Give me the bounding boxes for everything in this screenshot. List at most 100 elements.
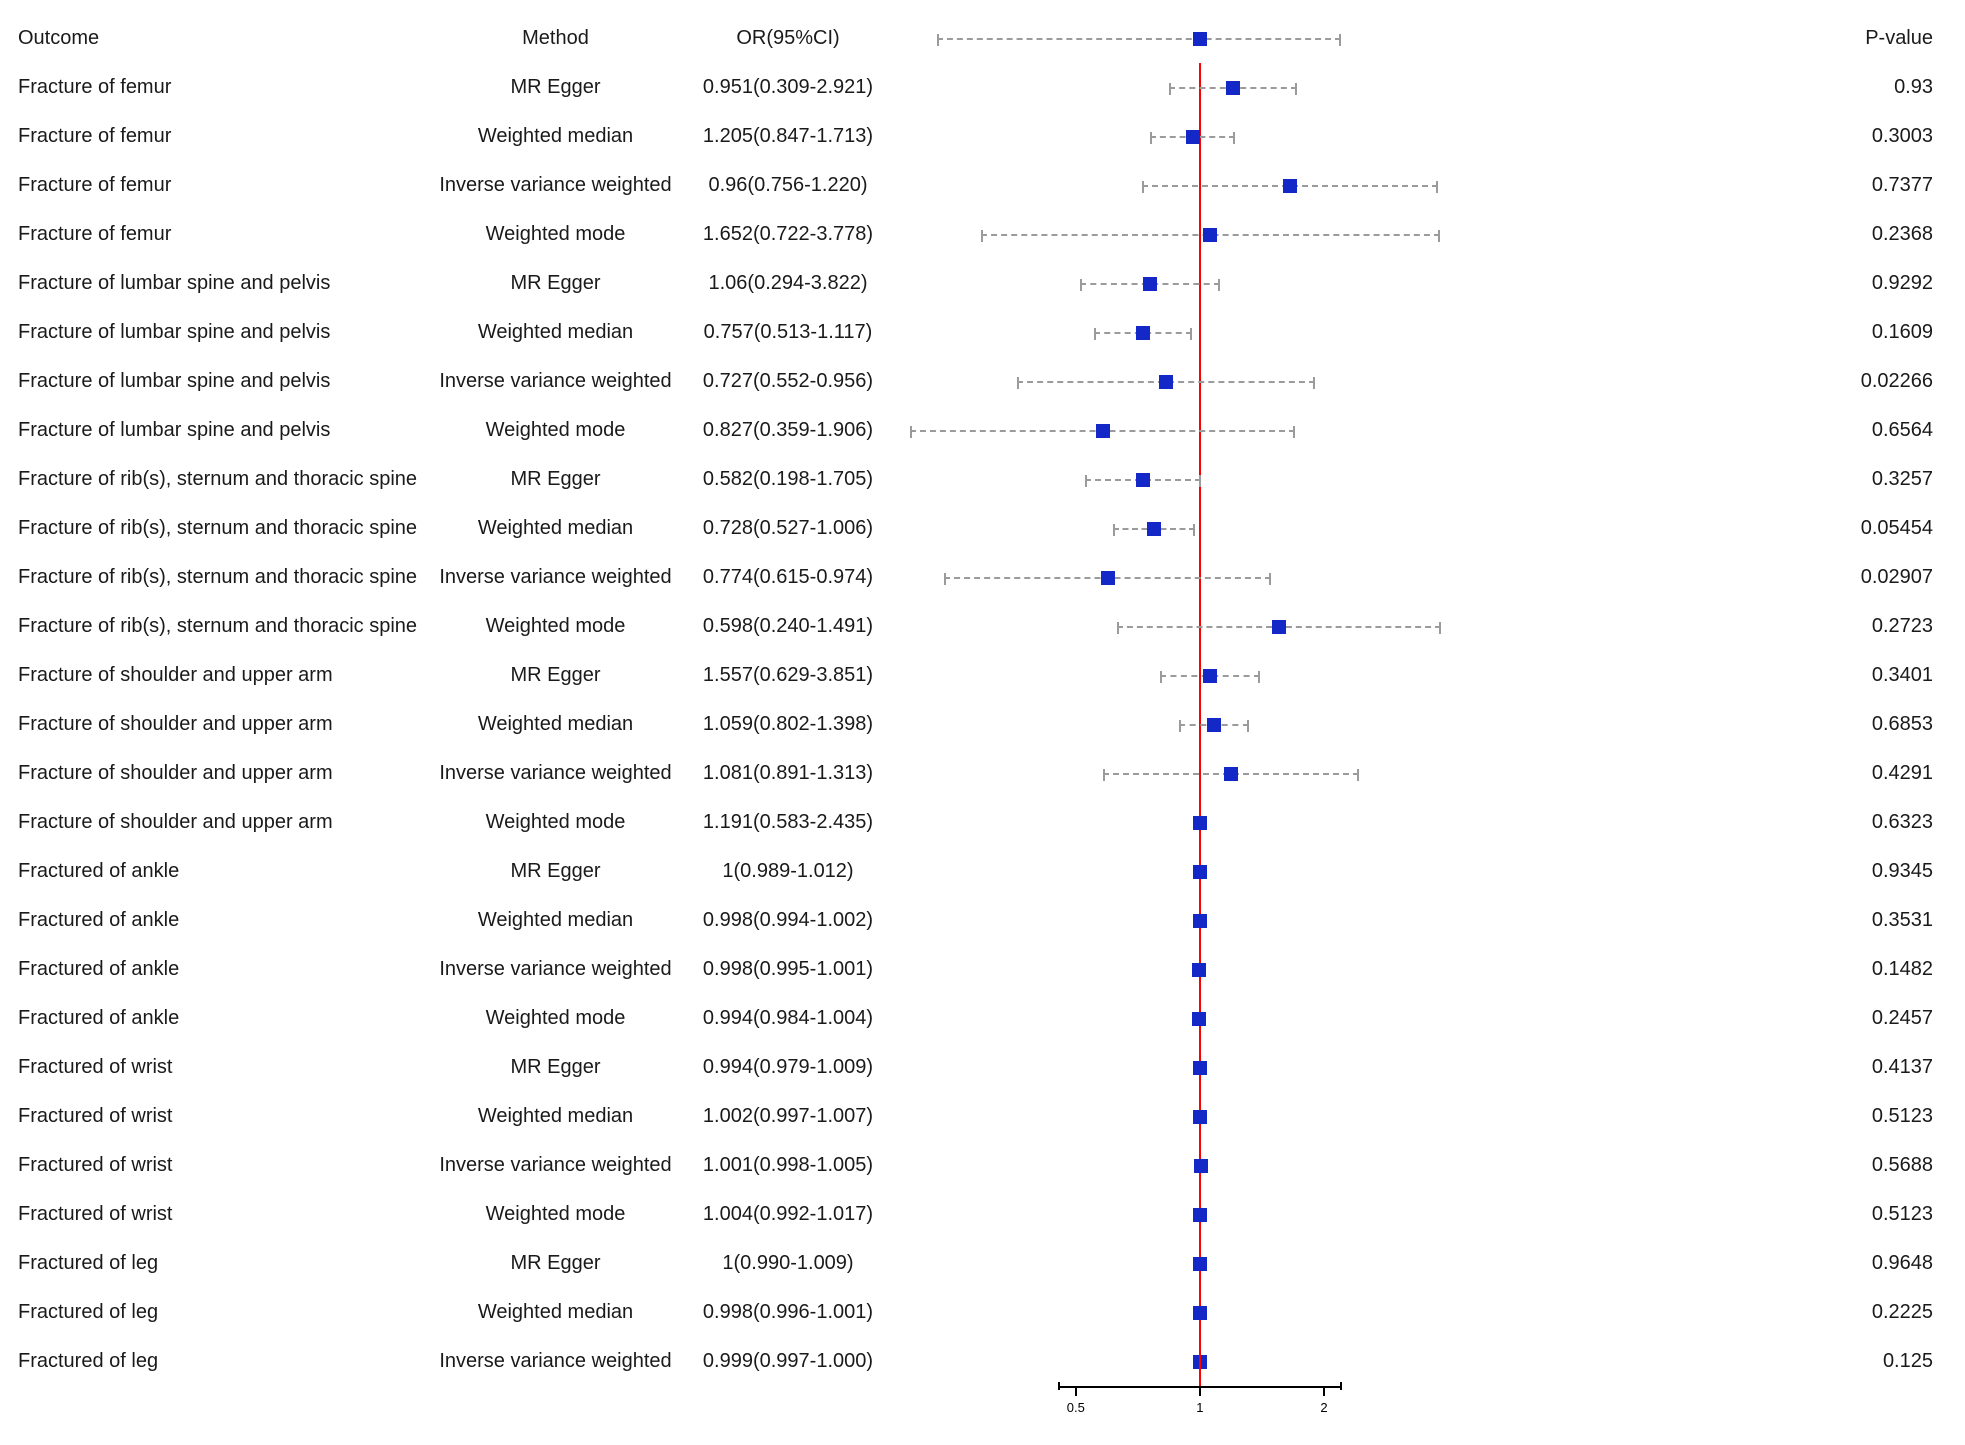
outcome-cell: Fracture of rib(s), sternum and thoracic… [18,566,428,589]
forest-plot-cell [893,210,1448,259]
pvalue-cell: 0.125 [1448,1350,1943,1373]
forest-plot-cell [893,1043,1448,1092]
outcome-cell: Outcome [18,27,428,50]
data-row: Fracture of rib(s), sternum and thoracic… [18,602,1943,651]
forest-plot-cell [893,994,1448,1043]
or-ci-cell: 0.998(0.994-1.002) [683,909,893,932]
point-estimate [1193,1110,1207,1124]
pvalue-cell: 0.2225 [1448,1301,1943,1324]
method-cell: Weighted mode [428,615,683,638]
or-ci-cell: 0.827(0.359-1.906) [683,419,893,442]
forest-plot-cell [893,1141,1448,1190]
pvalue-cell: 0.3003 [1448,125,1943,148]
or-ci-cell: 1.001(0.998-1.005) [683,1154,893,1177]
outcome-cell: Fractured of wrist [18,1056,428,1079]
forest-plot-cell [893,749,1448,798]
pvalue-cell: 0.7377 [1448,174,1943,197]
data-row: Fracture of femurMR Egger0.951(0.309-2.9… [18,63,1943,112]
or-ci-cell: 1.002(0.997-1.007) [683,1105,893,1128]
point-estimate [1194,1159,1208,1173]
data-row: Fracture of shoulder and upper armMR Egg… [18,651,1943,700]
x-axis: 0.512 [893,1386,1448,1435]
forest-plot-cell [893,896,1448,945]
pvalue-cell: 0.3257 [1448,468,1943,491]
outcome-cell: Fracture of femur [18,76,428,99]
method-cell: MR Egger [428,1056,683,1079]
or-ci-cell: 1(0.989-1.012) [683,860,893,883]
data-row: Fractured of ankleInverse variance weigh… [18,945,1943,994]
point-estimate [1193,1306,1207,1320]
data-row: Fractured of legInverse variance weighte… [18,1337,1943,1386]
or-ci-cell: 0.994(0.984-1.004) [683,1007,893,1030]
or-ci-cell: 0.774(0.615-0.974) [683,566,893,589]
data-row: Fractured of wristInverse variance weigh… [18,1141,1943,1190]
outcome-cell: Fractured of ankle [18,909,428,932]
outcome-cell: Fractured of wrist [18,1203,428,1226]
header-row: OutcomeMethodOR(95%CI)P-value [18,14,1943,63]
method-cell: Weighted median [428,321,683,344]
pvalue-cell: 0.9292 [1448,272,1943,295]
method-cell: Inverse variance weighted [428,566,683,589]
data-row: Fracture of femurWeighted mode1.652(0.72… [18,210,1943,259]
forest-plot-cell [893,308,1448,357]
outcome-cell: Fractured of leg [18,1252,428,1275]
point-estimate [1193,1257,1207,1271]
pvalue-cell: 0.6564 [1448,419,1943,442]
forest-plot-cell [893,1092,1448,1141]
point-estimate [1136,473,1150,487]
or-ci-cell: 0.998(0.996-1.001) [683,1301,893,1324]
point-estimate [1193,914,1207,928]
outcome-cell: Fracture of shoulder and upper arm [18,664,428,687]
forest-plot-cell [893,14,1448,63]
data-row: Fracture of rib(s), sternum and thoracic… [18,504,1943,553]
method-cell: Weighted mode [428,811,683,834]
method-cell: Inverse variance weighted [428,1154,683,1177]
reference-line [1199,308,1201,357]
axis-tick-label: 0.5 [1067,1400,1085,1415]
forest-plot-cell [893,945,1448,994]
outcome-cell: Fractured of leg [18,1350,428,1373]
forest-plot-cell [893,651,1448,700]
point-estimate [1096,424,1110,438]
data-row: Fracture of femurInverse variance weight… [18,161,1943,210]
pvalue-cell: 0.5123 [1448,1105,1943,1128]
outcome-cell: Fracture of lumbar spine and pelvis [18,419,428,442]
data-row: Fracture of shoulder and upper armWeight… [18,798,1943,847]
forest-plot-cell [893,259,1448,308]
or-ci-cell: 1.059(0.802-1.398) [683,713,893,736]
forest-plot-cell [893,847,1448,896]
outcome-cell: Fracture of shoulder and upper arm [18,713,428,736]
method-cell: Inverse variance weighted [428,1350,683,1373]
or-ci-cell: 1.004(0.992-1.017) [683,1203,893,1226]
forest-plot-cell [893,1190,1448,1239]
outcome-cell: Fracture of lumbar spine and pelvis [18,370,428,393]
pvalue-cell: 0.4137 [1448,1056,1943,1079]
or-ci-cell: OR(95%CI) [683,27,893,50]
pvalue-cell: 0.2723 [1448,615,1943,638]
data-row: Fracture of rib(s), sternum and thoracic… [18,455,1943,504]
axis-tick-label: 2 [1320,1400,1327,1415]
or-ci-cell: 0.728(0.527-1.006) [683,517,893,540]
method-cell: Weighted median [428,713,683,736]
method-cell: Weighted mode [428,223,683,246]
pvalue-cell: 0.5688 [1448,1154,1943,1177]
data-row: Fracture of shoulder and upper armInvers… [18,749,1943,798]
forest-plot-cell [893,1288,1448,1337]
pvalue-cell: 0.5123 [1448,1203,1943,1226]
outcome-cell: Fractured of ankle [18,1007,428,1030]
method-cell: Method [428,27,683,50]
outcome-cell: Fracture of rib(s), sternum and thoracic… [18,615,428,638]
pvalue-cell: 0.6853 [1448,713,1943,736]
pvalue-cell: 0.1482 [1448,958,1943,981]
method-cell: Weighted median [428,1301,683,1324]
method-cell: Inverse variance weighted [428,762,683,785]
method-cell: MR Egger [428,272,683,295]
point-estimate [1193,865,1207,879]
method-cell: MR Egger [428,664,683,687]
outcome-cell: Fractured of ankle [18,860,428,883]
data-row: Fracture of lumbar spine and pelvisWeigh… [18,308,1943,357]
outcome-cell: Fracture of femur [18,125,428,148]
data-row: Fracture of lumbar spine and pelvisWeigh… [18,406,1943,455]
point-estimate [1143,277,1157,291]
or-ci-cell: 0.998(0.995-1.001) [683,958,893,981]
